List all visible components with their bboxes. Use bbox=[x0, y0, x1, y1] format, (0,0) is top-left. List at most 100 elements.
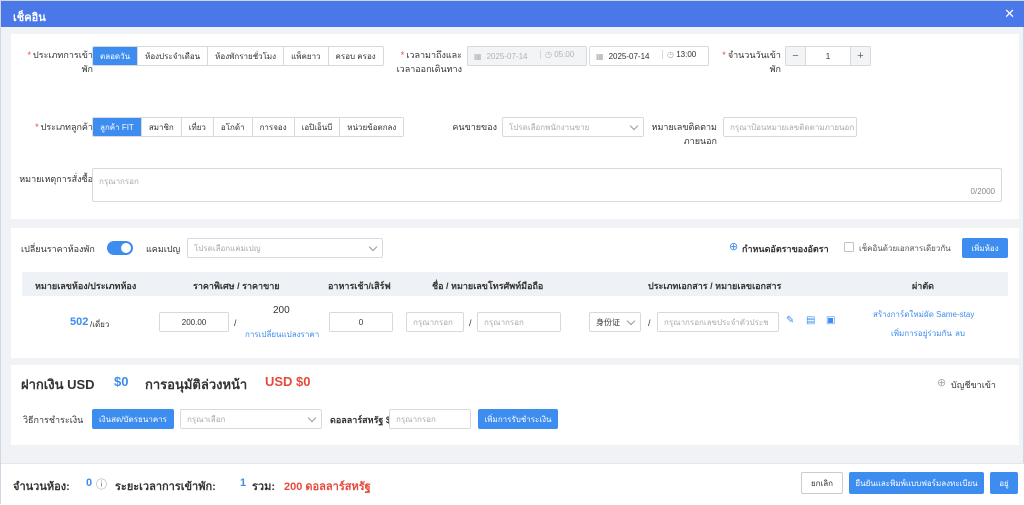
change-price-link[interactable]: การเปลี่ยนแปลงราคา bbox=[245, 328, 319, 341]
col-price: ราคาพิเศษ / ราคาขาย bbox=[193, 281, 280, 291]
col-actions: ผ่าตัด bbox=[912, 281, 935, 291]
delete-link[interactable]: ลบ bbox=[955, 327, 965, 340]
nights-label: * จำนวนวันเข้าพัก bbox=[722, 50, 781, 74]
doc-number-input[interactable]: กรุณากรอกเลขประจำตัวประช bbox=[657, 312, 779, 332]
ok-button[interactable]: อยู่ bbox=[990, 472, 1018, 494]
rooms-panel: เปลี่ยนราคาห้องพัก แคมเปญ โปรดเลือกแคมเป… bbox=[11, 228, 1019, 358]
change-price-toggle[interactable] bbox=[107, 241, 133, 255]
guest-type-option-booking[interactable]: การจอง bbox=[251, 118, 294, 136]
scan-icon[interactable]: ▤ bbox=[806, 315, 815, 326]
total-label: รวม: bbox=[252, 481, 275, 493]
guest-type-option-member[interactable]: สมาชิก bbox=[140, 118, 181, 136]
clock-icon: ◷ 13:00 bbox=[662, 50, 696, 59]
col-room: หมายเลขห้อง/ประเภทห้อง bbox=[35, 281, 137, 291]
new-card-link[interactable]: สร้างการ์ดใหม่ bbox=[873, 308, 924, 321]
col-breakfast: อาหารเช้า/เสิร์ฟ bbox=[328, 281, 391, 291]
stay-type-option-longpack[interactable]: แพ็คยาว bbox=[283, 47, 328, 65]
rooms-count-label: จำนวนห้อง: bbox=[13, 481, 70, 493]
calendar-icon: ▦ bbox=[596, 51, 604, 61]
doc-type-select[interactable]: 身份证 bbox=[589, 312, 641, 332]
external-id-input[interactable]: กรุณาป้อนหมายเลขติดตามภายนอก bbox=[723, 117, 857, 137]
col-name-phone: ชื่อ / หมายเลขโทรศัพท์มือถือ bbox=[432, 281, 544, 291]
cancel-button[interactable]: ยกเลิก bbox=[801, 472, 843, 494]
guest-phone-input[interactable]: กรุณากรอก bbox=[477, 312, 561, 332]
preauth-label: การอนุมัติล่วงหน้า bbox=[145, 377, 248, 392]
guest-type-selector: ลูกค้า FIT สมาชิก เที่ยว อโกด้า การจอง เ… bbox=[92, 117, 405, 137]
name-separator: / bbox=[469, 318, 472, 328]
guest-type-option-agoda[interactable]: อโกด้า bbox=[212, 118, 252, 136]
sale-price: 200 bbox=[273, 305, 290, 316]
stay-type-option-occupy[interactable]: ครอบ ครอง bbox=[327, 47, 383, 65]
nights-stepper: − 1 + bbox=[785, 46, 871, 66]
confirm-print-button[interactable]: ยืนยันและพิมพ์แบบฟอร์มลงทะเบียน bbox=[849, 472, 984, 494]
checkin-dialog: เช็คอิน ✕ * ประเภทการเข้าพัก ตลอดวัน ห้อง… bbox=[0, 0, 1024, 505]
payment-method-select[interactable]: กรุณาเลือก bbox=[180, 409, 322, 429]
nights-value[interactable]: 1 bbox=[806, 52, 850, 61]
doc-separator: / bbox=[648, 318, 651, 328]
external-id-label: หมายเลขติดตามภายนอก bbox=[651, 122, 717, 146]
rooms-table-header: หมายเลขห้อง/ประเภทห้อง ราคาพิเศษ / ราคาข… bbox=[22, 272, 1008, 296]
stay-type-selector: ตลอดวัน ห้องประจำเดือน ห้องพักรายชั่วโมง… bbox=[92, 46, 384, 66]
booking-info-panel: * ประเภทการเข้าพัก ตลอดวัน ห้องประจำเดือน… bbox=[11, 34, 1019, 219]
stay-type-option-allday[interactable]: ตลอดวัน bbox=[93, 47, 138, 65]
add-payment-button[interactable]: เพิ่มการรับชำระเงิน bbox=[478, 409, 558, 429]
add-guest-link[interactable]: เพิ่มการอยู่ร่วมกัน bbox=[891, 327, 952, 340]
same-stay-link[interactable]: ผัด Same-stay bbox=[924, 308, 974, 321]
salesperson-select[interactable]: โปรดเลือกพนักงานขาย bbox=[502, 117, 644, 137]
guest-type-option-trip[interactable]: เที่ยว bbox=[180, 118, 213, 136]
table-row: 502 /เดี่ยว 200.00 / 200 การเปลี่ยนแปลงร… bbox=[11, 296, 1019, 352]
payment-method-label: วิธีการชำระเงิน bbox=[23, 415, 84, 425]
guest-type-option-agreement[interactable]: หน่วยข้อตกลง bbox=[339, 118, 404, 136]
info-icon[interactable]: ⓘ bbox=[96, 476, 107, 492]
same-doc-checkbox[interactable] bbox=[844, 242, 854, 252]
rooms-count-value: 0 bbox=[86, 477, 93, 489]
arrival-label: * เวลามาถึงและเวลาออกเดินทาง bbox=[396, 50, 462, 74]
plus-circle-icon[interactable]: ⊕ bbox=[729, 240, 738, 253]
cash-card-button[interactable]: เงินสด/บัตรธนาคาร bbox=[92, 409, 174, 429]
preauth-value: USD $0 bbox=[265, 374, 311, 389]
clock-icon: ◷ 05:00 bbox=[540, 50, 574, 59]
usd-label: ดอลลาร์สหรัฐ $ bbox=[330, 415, 391, 425]
order-note-textarea[interactable]: กรุณากรอก 0/2000 bbox=[92, 168, 1002, 202]
campaign-label: แคมเปญ bbox=[146, 244, 181, 254]
duration-label: ระยะเวลาการเข้าพัก: bbox=[115, 481, 216, 493]
close-icon[interactable]: ✕ bbox=[1004, 6, 1015, 22]
edit-icon[interactable]: ✎ bbox=[786, 315, 794, 326]
room-type: /เดี่ยว bbox=[90, 320, 110, 329]
guest-type-label: * ประเภทลูกค้า bbox=[35, 122, 93, 132]
set-rate-link[interactable]: กำหนดอัตราของอัตรา bbox=[742, 242, 829, 256]
add-room-button[interactable]: เพิ่มห้อง bbox=[962, 238, 1008, 258]
breakfast-input[interactable]: 0 bbox=[329, 312, 393, 332]
payment-panel: ฝากเงิน USD $0 การอนุมัติล่วงหน้า USD $0… bbox=[11, 365, 1019, 445]
id-card-icon[interactable]: ▣ bbox=[826, 315, 835, 326]
stay-type-option-monthly[interactable]: ห้องประจำเดือน bbox=[137, 47, 208, 65]
guest-type-option-airbnb[interactable]: เอปิเอ็นบี bbox=[293, 118, 340, 136]
guest-name-input[interactable]: กรุณากรอก bbox=[406, 312, 464, 332]
deposit-value: $0 bbox=[114, 374, 129, 389]
room-number[interactable]: 502 bbox=[70, 316, 88, 328]
order-note-label: หมายเหตุการสั่งซื้อ bbox=[19, 174, 93, 184]
special-price-input[interactable]: 200.00 bbox=[159, 312, 229, 332]
departure-date-input[interactable]: ▦ 2025-07-14 ◷ 13:00 bbox=[589, 46, 709, 66]
usd-amount-input[interactable]: กรุณากรอก bbox=[389, 409, 471, 429]
note-char-counter: 0/2000 bbox=[970, 187, 995, 196]
arrival-date-input[interactable]: ▦ 2025-07-14 ◷ 05:00 bbox=[467, 46, 587, 66]
dialog-title: เช็คอิน bbox=[13, 12, 46, 24]
calendar-icon: ▦ bbox=[474, 51, 482, 61]
price-separator: / bbox=[234, 318, 237, 328]
guest-type-option-fit[interactable]: ลูกค้า FIT bbox=[93, 118, 141, 136]
title-bar: เช็คอิน ✕ bbox=[1, 1, 1024, 27]
col-document: ประเภทเอกสาร / หมายเลขเอกสาร bbox=[648, 281, 782, 291]
salesperson-label: คนขายของ bbox=[452, 122, 497, 132]
same-doc-label: เช็คอินด้วยเอกสารเดียวกัน bbox=[859, 244, 951, 253]
footer-bar: จำนวนห้อง: 0 ⓘ ระยะเวลาการเข้าพัก: 1 รวม… bbox=[1, 463, 1024, 505]
duration-value: 1 bbox=[240, 477, 247, 489]
stay-type-label: * ประเภทการเข้าพัก bbox=[27, 50, 93, 74]
campaign-select[interactable]: โปรดเลือกแคมเปญ bbox=[187, 238, 383, 258]
stay-type-option-hourly[interactable]: ห้องพักรายชั่วโมง bbox=[207, 47, 284, 65]
minus-button[interactable]: − bbox=[786, 47, 806, 65]
guest-account-link[interactable]: บัญชีขาเข้า bbox=[951, 378, 996, 392]
plus-circle-icon[interactable]: ⊕ bbox=[937, 376, 946, 389]
change-price-label: เปลี่ยนราคาห้องพัก bbox=[21, 244, 95, 254]
plus-button[interactable]: + bbox=[850, 47, 870, 65]
